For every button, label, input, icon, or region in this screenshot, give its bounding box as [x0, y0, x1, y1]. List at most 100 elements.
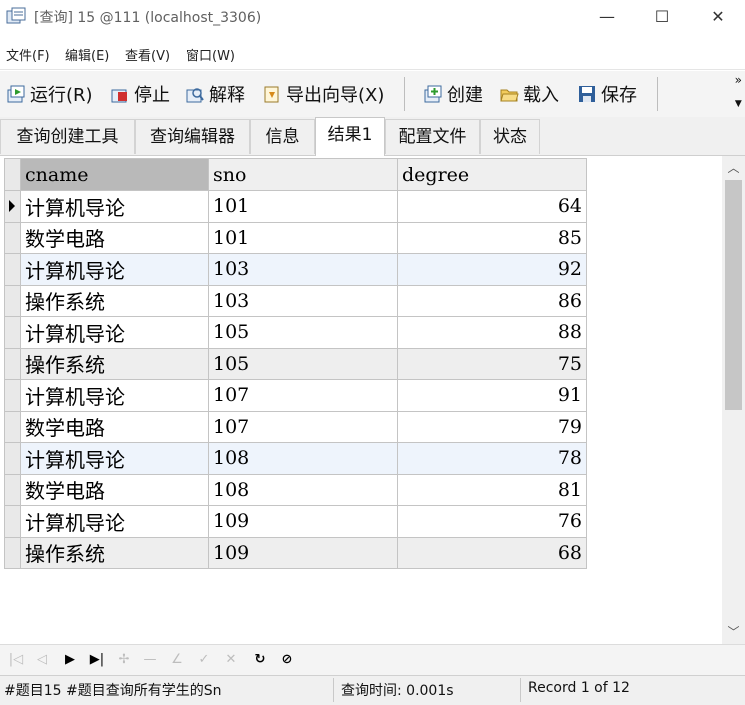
column-header-cname[interactable]: cname	[20, 158, 209, 191]
row-indicator[interactable]	[4, 410, 21, 443]
cell-sno[interactable]: 105	[208, 347, 398, 380]
apply-changes-icon[interactable]: ✓	[194, 650, 214, 670]
stop-button[interactable]: 停止	[110, 82, 170, 106]
tab-query-builder[interactable]: 查询创建工具	[0, 119, 135, 154]
cell-sno[interactable]: 108	[208, 442, 398, 475]
menu-view[interactable]: 查看(V)	[125, 45, 170, 64]
cell-cname[interactable]: 数学电路	[20, 410, 209, 443]
cell-degree[interactable]: 86	[397, 284, 587, 317]
scroll-up-icon[interactable]: ︿	[722, 158, 745, 178]
cell-sno[interactable]: 103	[208, 284, 398, 317]
column-header-sno[interactable]: sno	[208, 158, 398, 191]
cell-degree[interactable]: 88	[397, 316, 587, 349]
export-wizard-button[interactable]: 导出向导(X)	[262, 82, 384, 106]
row-indicator[interactable]	[4, 190, 21, 223]
cell-degree[interactable]: 85	[397, 221, 587, 254]
minimize-button[interactable]: —	[579, 0, 635, 33]
cell-sno[interactable]: 108	[208, 473, 398, 506]
cell-degree[interactable]: 78	[397, 442, 587, 475]
cell-cname[interactable]: 操作系统	[20, 536, 209, 569]
create-button[interactable]: 创建	[423, 82, 483, 106]
table-row[interactable]: 计算机导论 105 88	[4, 316, 587, 349]
row-indicator[interactable]	[4, 505, 21, 538]
cell-sno[interactable]: 103	[208, 253, 398, 286]
cell-degree[interactable]: 79	[397, 410, 587, 443]
table-row[interactable]: 数学电路 108 81	[4, 473, 587, 506]
table-row[interactable]: 操作系统 103 86	[4, 284, 587, 317]
row-indicator[interactable]	[4, 473, 21, 506]
tab-profile[interactable]: 配置文件	[385, 119, 480, 154]
row-indicator[interactable]	[4, 284, 21, 317]
explain-button[interactable]: 解释	[185, 82, 245, 106]
table-row[interactable]: 数学电路 107 79	[4, 410, 587, 443]
row-indicator[interactable]	[4, 442, 21, 475]
edit-record-icon[interactable]: ∠	[167, 650, 187, 670]
cell-cname[interactable]: 计算机导论	[20, 505, 209, 538]
column-header-degree[interactable]: degree	[397, 158, 587, 191]
cell-cname[interactable]: 计算机导论	[20, 253, 209, 286]
tab-query-editor[interactable]: 查询编辑器	[135, 119, 250, 154]
cell-sno[interactable]: 109	[208, 505, 398, 538]
cell-sno[interactable]: 107	[208, 379, 398, 412]
cell-cname[interactable]: 计算机导论	[20, 190, 209, 223]
cell-sno[interactable]: 101	[208, 190, 398, 223]
save-button[interactable]: 保存	[577, 82, 637, 106]
tab-info[interactable]: 信息	[250, 119, 315, 154]
row-indicator[interactable]	[4, 379, 21, 412]
next-record-icon[interactable]: ▶	[60, 650, 80, 670]
cell-cname[interactable]: 操作系统	[20, 284, 209, 317]
discard-changes-icon[interactable]: ✕	[221, 650, 241, 670]
stop-fetch-icon[interactable]: ⊘	[277, 650, 297, 670]
table-row[interactable]: 操作系统 109 68	[4, 536, 587, 569]
table-row[interactable]: 计算机导论 103 92	[4, 253, 587, 286]
cell-degree[interactable]: 64	[397, 190, 587, 223]
cell-cname[interactable]: 计算机导论	[20, 379, 209, 412]
vertical-scrollbar[interactable]: ︿ ﹀	[722, 156, 745, 644]
cell-cname[interactable]: 计算机导论	[20, 442, 209, 475]
close-button[interactable]: ✕	[690, 0, 745, 33]
cell-cname[interactable]: 操作系统	[20, 347, 209, 380]
refresh-icon[interactable]: ↻	[250, 650, 270, 670]
cell-degree[interactable]: 75	[397, 347, 587, 380]
run-button[interactable]: 运行(R)	[6, 82, 93, 106]
table-row[interactable]: 计算机导论 101 64	[4, 190, 587, 223]
row-indicator[interactable]	[4, 347, 21, 380]
scroll-thumb[interactable]	[725, 180, 742, 410]
row-indicator[interactable]	[4, 536, 21, 569]
tab-status[interactable]: 状态	[480, 119, 540, 154]
cell-sno[interactable]: 105	[208, 316, 398, 349]
cell-sno[interactable]: 101	[208, 221, 398, 254]
table-row[interactable]: 计算机导论 109 76	[4, 505, 587, 538]
cell-cname[interactable]: 数学电路	[20, 473, 209, 506]
tab-result1[interactable]: 结果1	[315, 117, 385, 156]
table-row[interactable]: 计算机导论 108 78	[4, 442, 587, 475]
cell-degree[interactable]: 68	[397, 536, 587, 569]
scroll-down-icon[interactable]: ﹀	[722, 622, 745, 642]
cell-degree[interactable]: 91	[397, 379, 587, 412]
cell-cname[interactable]: 数学电路	[20, 221, 209, 254]
result-grid[interactable]: cname sno degree 计算机导论 101 64 数学电路 101 85 计算机导…	[4, 156, 722, 644]
cell-cname[interactable]: 计算机导论	[20, 316, 209, 349]
add-record-icon[interactable]: ✢	[114, 650, 134, 670]
cell-degree[interactable]: 81	[397, 473, 587, 506]
row-indicator[interactable]	[4, 316, 21, 349]
table-row[interactable]: 操作系统 105 75	[4, 347, 587, 380]
table-row[interactable]: 计算机导论 107 91	[4, 379, 587, 412]
load-button[interactable]: 载入	[499, 82, 559, 106]
delete-record-icon[interactable]: —	[140, 650, 160, 670]
table-row[interactable]: 数学电路 101 85	[4, 221, 587, 254]
first-record-icon[interactable]: |◁	[6, 650, 26, 670]
cell-sno[interactable]: 109	[208, 536, 398, 569]
last-record-icon[interactable]: ▶|	[87, 650, 107, 670]
menu-file[interactable]: 文件(F)	[6, 45, 50, 64]
maximize-button[interactable]: ☐	[634, 0, 690, 33]
row-indicator[interactable]	[4, 253, 21, 286]
toolbar-overflow-button[interactable]: » ▼	[735, 73, 742, 111]
cell-sno[interactable]: 107	[208, 410, 398, 443]
cell-degree[interactable]: 92	[397, 253, 587, 286]
menu-window[interactable]: 窗口(W)	[186, 45, 235, 64]
menu-edit[interactable]: 编辑(E)	[65, 45, 109, 64]
prev-record-icon[interactable]: ◁	[32, 650, 52, 670]
row-indicator[interactable]	[4, 221, 21, 254]
cell-degree[interactable]: 76	[397, 505, 587, 538]
